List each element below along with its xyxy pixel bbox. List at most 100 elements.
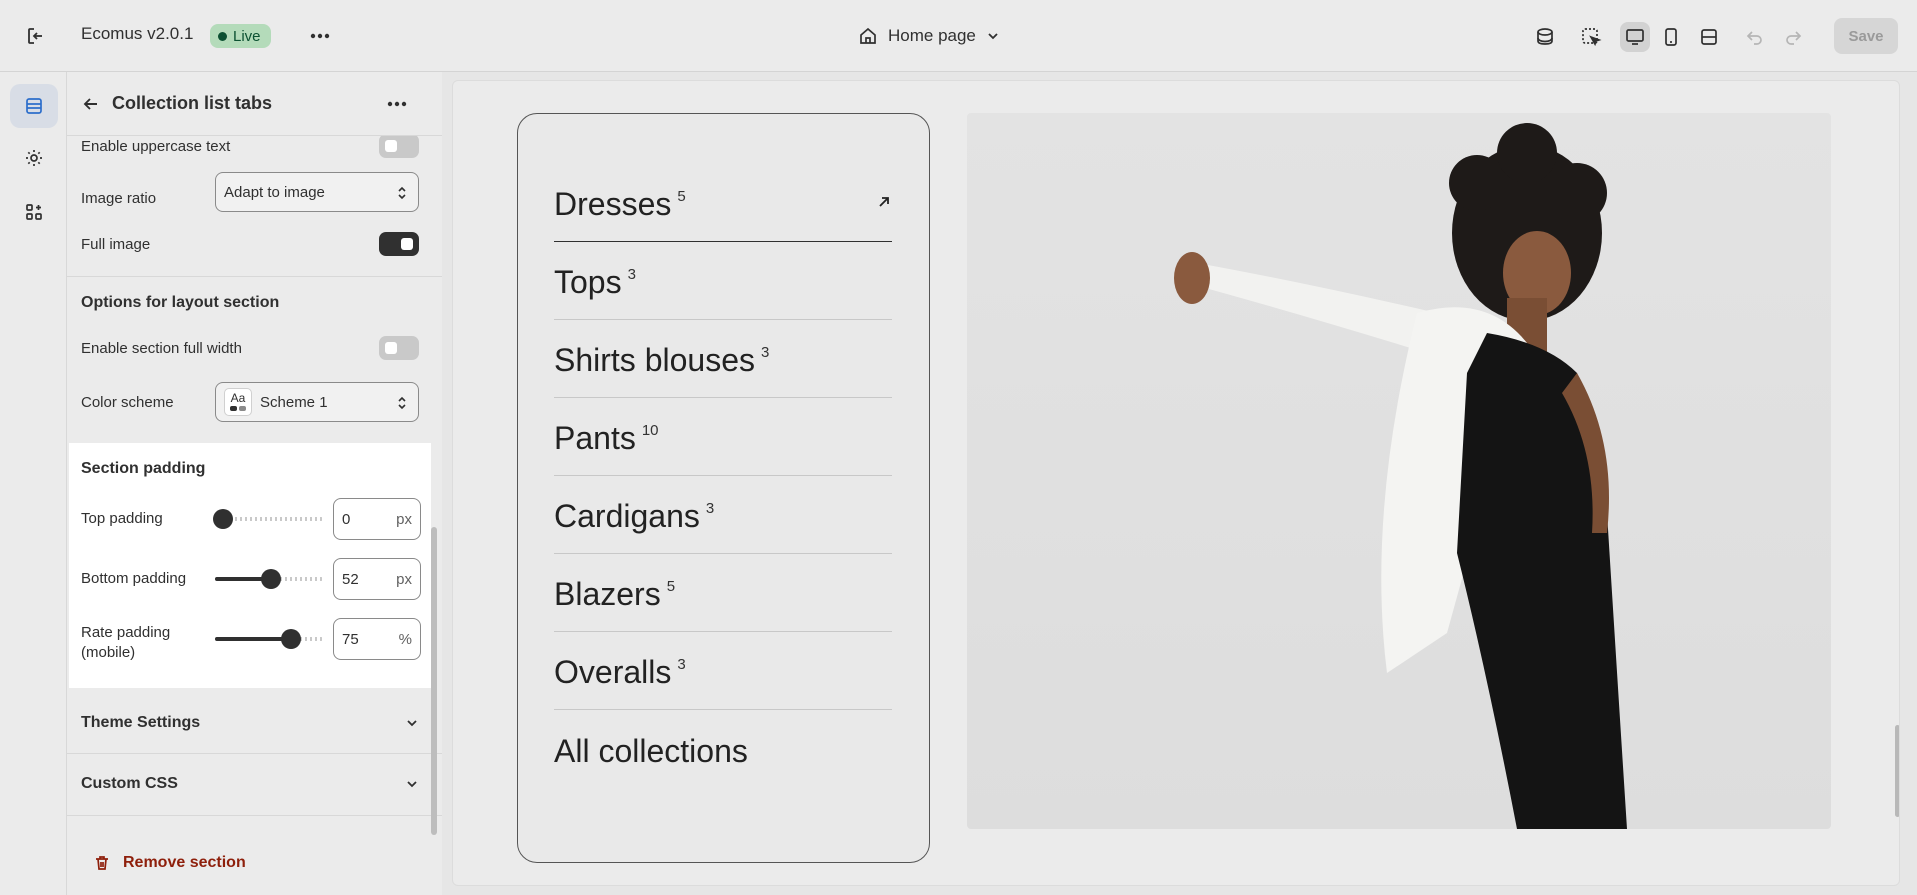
rate-padding-slider[interactable] — [215, 629, 325, 649]
trash-icon — [96, 856, 108, 870]
panel-title: Collection list tabs — [112, 93, 273, 113]
more-options-icon[interactable] — [383, 92, 411, 116]
bottom-padding-slider[interactable] — [215, 569, 325, 589]
collection-tab-shirts-blouses[interactable]: Shirts blouses 3 — [554, 320, 892, 398]
editor-rail — [0, 72, 67, 895]
page-selector-label: Home page — [888, 26, 976, 45]
select-chevrons-icon — [398, 396, 406, 410]
uppercase-toggle[interactable] — [379, 134, 419, 158]
top-padding-slider[interactable] — [213, 509, 325, 529]
scheme-swatch-text: Aa — [230, 391, 246, 405]
desktop-view-icon[interactable] — [1620, 22, 1650, 52]
full-image-row: Full image — [81, 232, 419, 256]
section-settings-panel: Collection list tabs Enable uppercase te… — [67, 72, 442, 895]
full-image-label: Full image — [81, 235, 151, 253]
theme-settings-label: Theme Settings — [81, 714, 201, 731]
divider — [67, 815, 442, 816]
select-chevrons-icon — [398, 186, 406, 200]
collection-tab-cardigans[interactable]: Cardigans 3 — [554, 476, 892, 554]
collection-tab-all-collections[interactable]: All collections — [554, 710, 892, 788]
divider — [67, 753, 442, 754]
rate-padding-input[interactable]: 75 % — [333, 618, 421, 660]
remove-section-label: Remove section — [123, 854, 246, 871]
rate-padding-label: Rate padding (mobile) — [81, 623, 170, 663]
page-selector[interactable]: Home page — [858, 22, 1000, 50]
section-padding-group: Section padding Top padding 0 px Bottom … — [69, 443, 431, 688]
sections-nav-button[interactable] — [10, 84, 58, 128]
top-padding-thumb[interactable] — [213, 509, 233, 529]
remove-section-button[interactable]: Remove section — [93, 854, 246, 872]
uppercase-label: Enable uppercase text — [81, 137, 231, 155]
preview-scrollbar[interactable] — [1895, 725, 1899, 817]
collection-tab-dresses[interactable]: Dresses 5 — [554, 164, 892, 242]
bottom-padding-unit: px — [396, 570, 412, 588]
collection-name: Dresses — [554, 186, 672, 222]
full-image-toggle[interactable] — [379, 232, 419, 256]
rate-padding-unit: % — [398, 630, 412, 648]
image-ratio-label: Image ratio — [81, 189, 157, 207]
gear-icon — [26, 150, 42, 166]
custom-css-accordion[interactable]: Custom CSS — [81, 772, 419, 796]
arrow-up-right-icon — [879, 197, 889, 207]
full-width-label: Enable section full width — [81, 339, 242, 357]
rate-padding-value: 75 — [342, 630, 359, 648]
bottom-padding-input[interactable]: 52 px — [333, 558, 421, 600]
sections-icon — [26, 98, 42, 114]
more-actions-icon[interactable] — [306, 22, 334, 50]
section-padding-title: Section padding — [81, 460, 206, 477]
collection-tab-blazers[interactable]: Blazers 5 — [554, 554, 892, 632]
storefront-preview: Dresses 5 Tops 3 Shirts blouses 3 Pants … — [452, 80, 1900, 886]
bottom-padding-thumb[interactable] — [261, 569, 281, 589]
full-width-row: Enable section full width — [81, 336, 419, 360]
theme-settings-accordion[interactable]: Theme Settings — [81, 711, 419, 735]
inspector-icon[interactable] — [1576, 22, 1606, 52]
color-scheme-value: Scheme 1 — [260, 393, 328, 411]
live-status-badge: Live — [210, 24, 271, 48]
top-padding-label: Top padding — [81, 510, 163, 527]
color-scheme-select[interactable]: Aa Scheme 1 — [215, 382, 419, 422]
collection-count: 3 — [760, 344, 770, 361]
collection-count: 10 — [641, 422, 659, 439]
collection-tab-tops[interactable]: Tops 3 — [554, 242, 892, 320]
custom-css-label: Custom CSS — [81, 775, 178, 792]
divider — [67, 276, 442, 277]
collection-count: 5 — [666, 578, 676, 595]
bottom-padding-value: 52 — [342, 570, 359, 588]
collection-list-card: Dresses 5 Tops 3 Shirts blouses 3 Pants … — [517, 113, 930, 863]
rate-padding-thumb[interactable] — [281, 629, 301, 649]
back-arrow-icon[interactable] — [79, 92, 103, 116]
rate-padding-label-line2: (mobile) — [81, 644, 136, 661]
theme-settings-nav-button[interactable] — [10, 136, 58, 180]
home-icon — [860, 27, 876, 44]
mobile-view-icon[interactable] — [1656, 22, 1686, 52]
collection-tab-overalls[interactable]: Overalls 3 — [554, 632, 892, 710]
image-ratio-value: Adapt to image — [224, 183, 325, 201]
undo-icon[interactable] — [1740, 22, 1770, 52]
apps-nav-button[interactable] — [10, 190, 58, 234]
store-icon[interactable] — [1530, 22, 1560, 52]
chevron-down-icon — [988, 33, 998, 40]
panel-scrollbar[interactable] — [431, 527, 437, 835]
chevron-down-icon — [407, 720, 417, 727]
model-photo-illustration — [1174, 123, 1627, 829]
color-scheme-label: Color scheme — [81, 393, 174, 411]
full-width-toggle[interactable] — [379, 336, 419, 360]
collection-name: All collections — [554, 733, 748, 769]
live-dot-icon — [218, 31, 227, 41]
panel-header: Collection list tabs — [67, 72, 442, 136]
rate-padding-label-line1: Rate padding — [81, 624, 171, 641]
collection-tab-pants[interactable]: Pants 10 — [554, 398, 892, 476]
save-button[interactable]: Save — [1834, 18, 1898, 54]
fullscreen-view-icon[interactable] — [1694, 22, 1724, 52]
apps-icon — [26, 204, 42, 220]
redo-icon[interactable] — [1778, 22, 1808, 52]
collection-count: 3 — [677, 656, 686, 673]
image-ratio-select[interactable]: Adapt to image — [215, 172, 419, 212]
layout-options-title: Options for layout section — [81, 294, 280, 311]
theme-name: Ecomus v2.0.1 — [81, 24, 194, 43]
editor-topbar: Ecomus v2.0.1 Live Home page Save — [0, 0, 1917, 72]
exit-icon[interactable] — [22, 22, 50, 50]
collection-name: Blazers — [554, 576, 661, 612]
top-padding-input[interactable]: 0 px — [333, 498, 421, 540]
collection-name: Tops — [554, 264, 622, 300]
